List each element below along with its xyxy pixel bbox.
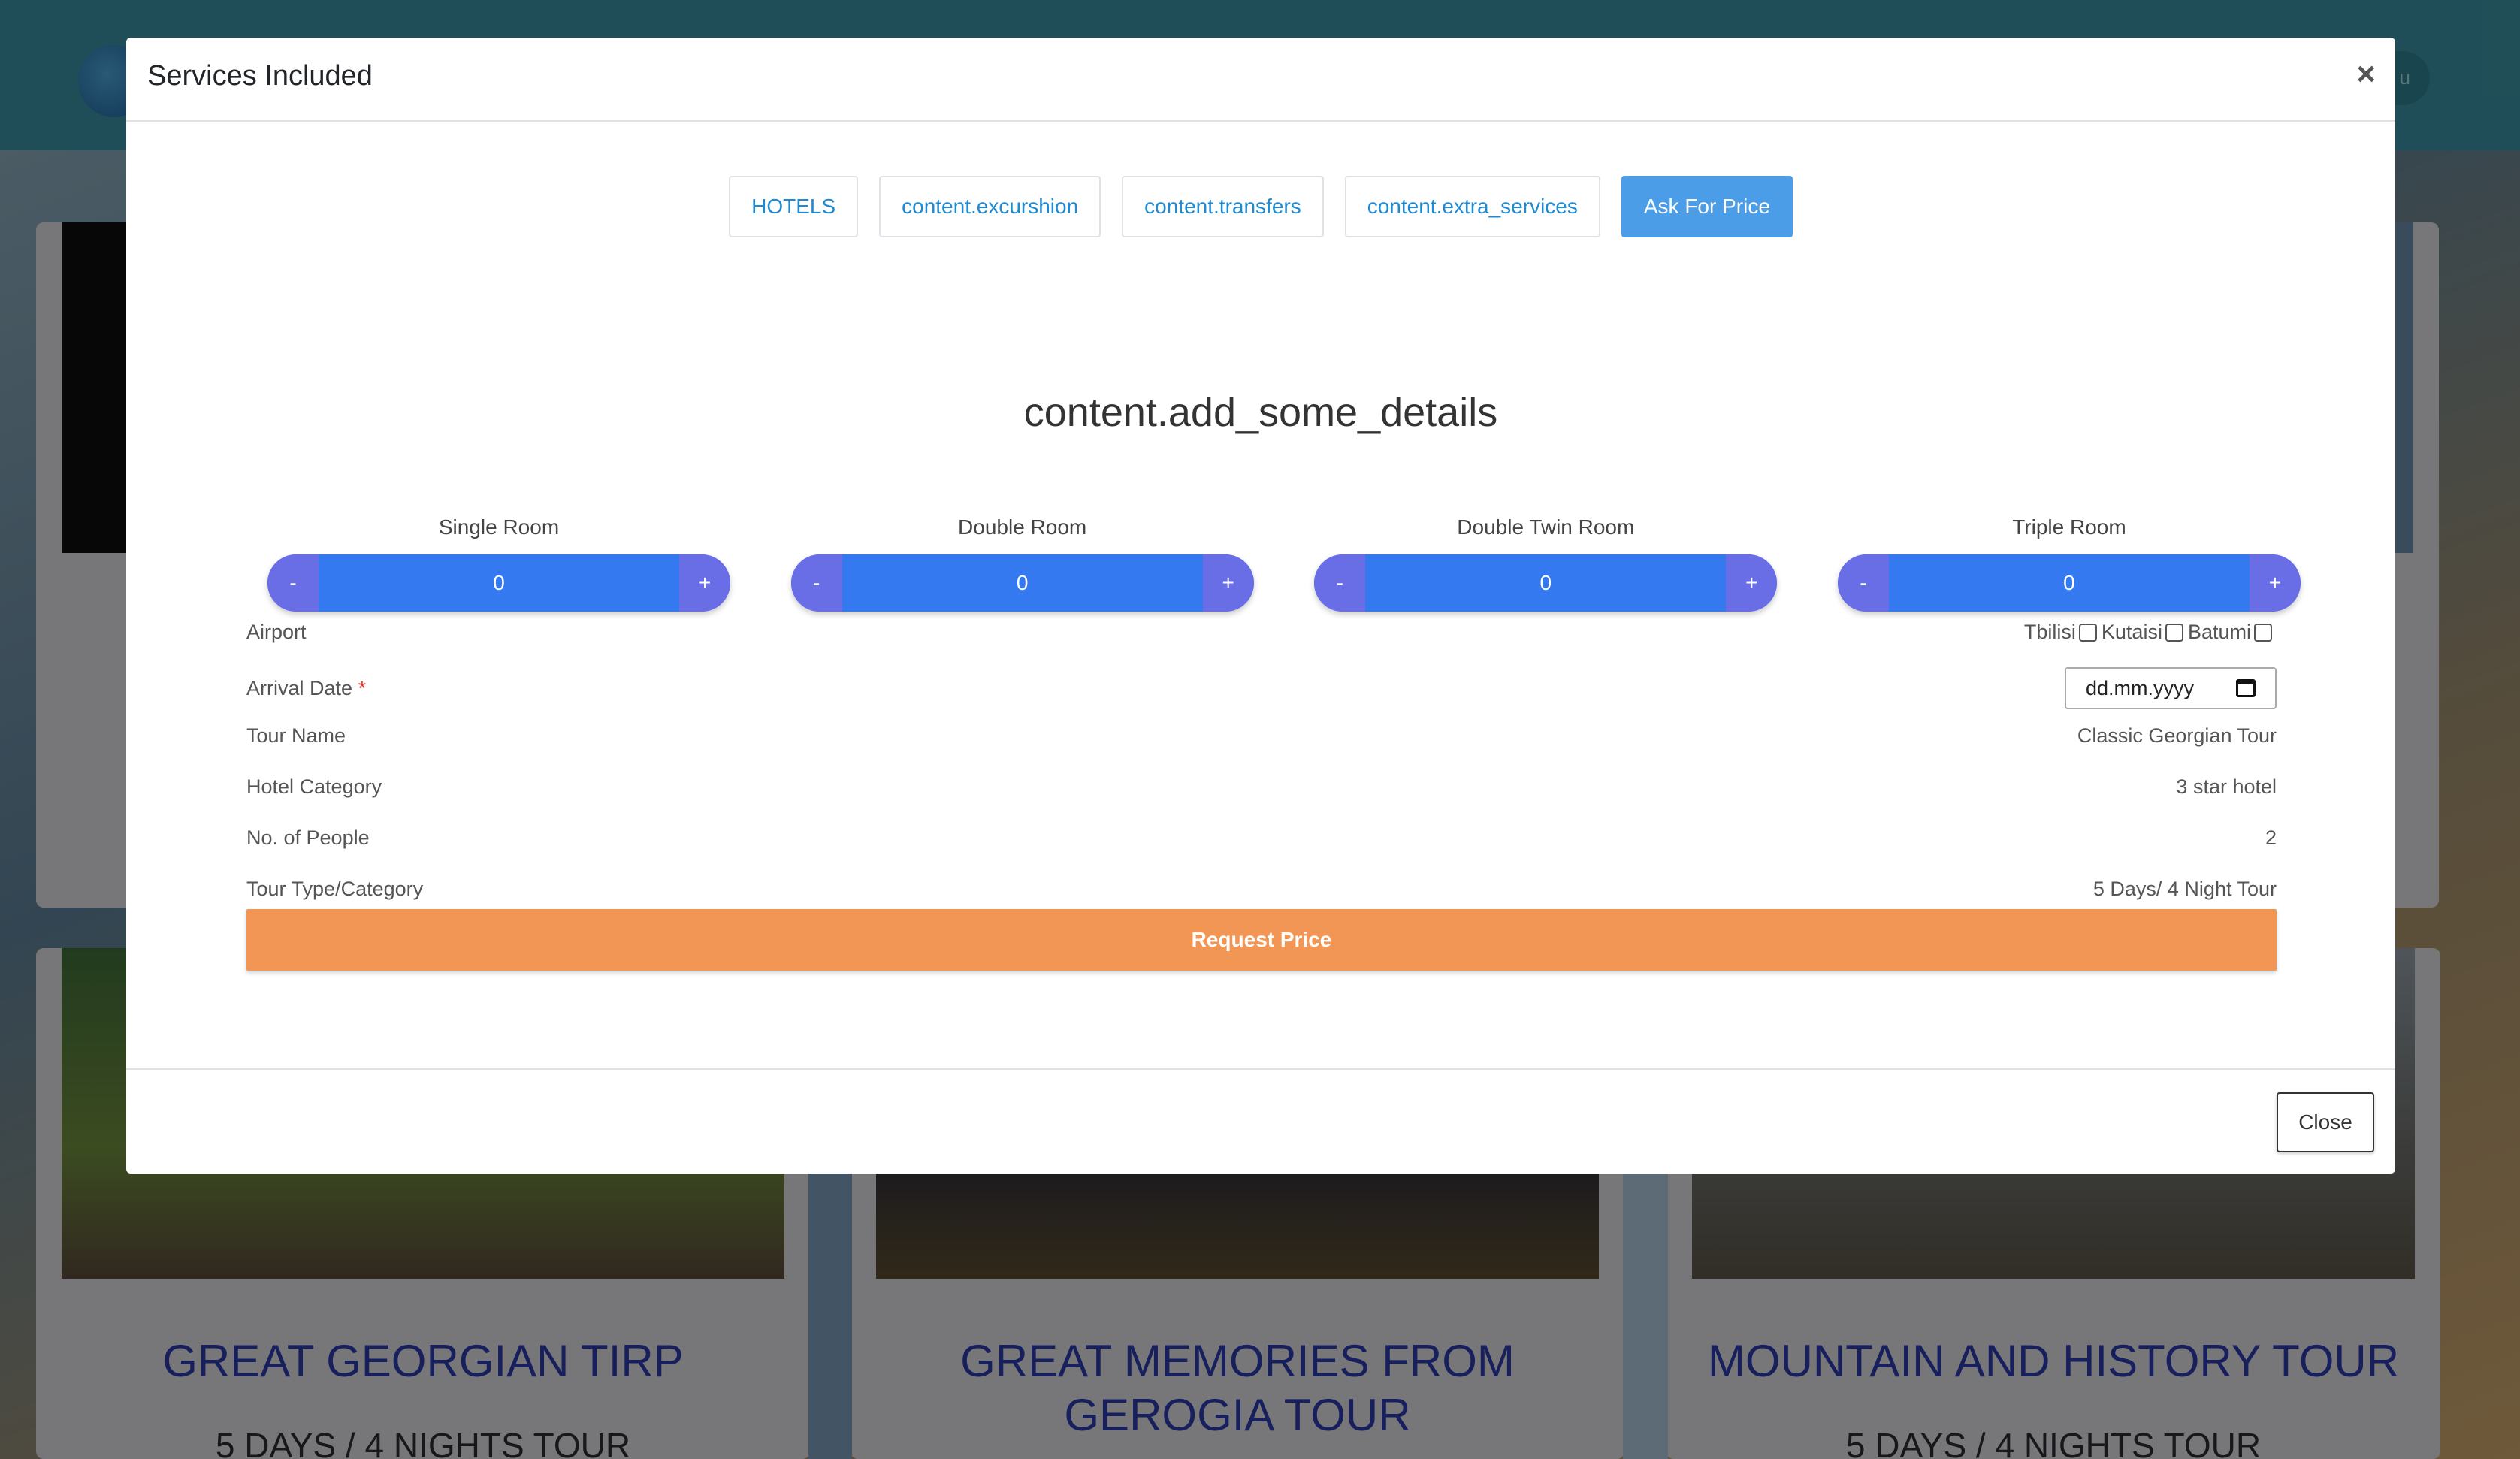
airport-option-label: Tbilisi [2023, 620, 2076, 643]
airport-option-label: Kutaisi [2101, 620, 2162, 643]
modal-header: Services Included × [126, 38, 2395, 122]
modal-title: Services Included [147, 60, 373, 92]
field-value: 5 Days/ 4 Night Tour [2092, 877, 2277, 900]
modal-footer: Close [126, 1068, 2395, 1174]
arrival-date-label: Arrival Date * [246, 677, 366, 700]
quantity-stepper: - 0 + [1837, 554, 2301, 612]
increment-button[interactable]: + [1202, 554, 1254, 612]
quantity-input[interactable]: 0 [1365, 571, 1726, 595]
calendar-icon[interactable] [2236, 679, 2256, 697]
room-label: Single Room [438, 515, 560, 539]
required-mark: * [358, 676, 367, 699]
room-steppers: Single Room - 0 + Double Room - 0 + Doub… [267, 515, 2301, 612]
room-triple: Triple Room - 0 + [1837, 515, 2301, 612]
quantity-stepper: - 0 + [267, 554, 730, 612]
room-label: Triple Room [2012, 515, 2126, 539]
arrival-date-row: Arrival Date * dd.mm.yyyy [246, 666, 2277, 711]
field-value: 2 [2265, 826, 2277, 849]
airport-tbilisi-checkbox[interactable] [2078, 624, 2097, 642]
increment-button[interactable]: + [2249, 554, 2301, 612]
quantity-input[interactable]: 0 [842, 571, 1203, 595]
quantity-input[interactable]: 0 [1889, 571, 2250, 595]
airport-label: Airport [246, 620, 307, 643]
tour-name-row: Tour Name Classic Georgian Tour [246, 717, 2277, 754]
decrement-button[interactable]: - [1837, 554, 1889, 612]
increment-button[interactable]: + [1726, 554, 1778, 612]
field-value: Classic Georgian Tour [2077, 723, 2277, 747]
hotel-category-row: Hotel Category 3 star hotel [246, 768, 2277, 805]
room-single: Single Room - 0 + [267, 515, 730, 612]
tab-excursion[interactable]: content.excurshion [879, 176, 1101, 237]
services-modal: Services Included × HOTELS content.excur… [126, 38, 2395, 1174]
airport-row: Airport Tbilisi Kutaisi Batumi [246, 613, 2277, 651]
airport-options: Tbilisi Kutaisi Batumi [2024, 621, 2277, 644]
date-placeholder: dd.mm.yyyy [2086, 676, 2195, 699]
field-label: Tour Name [246, 723, 346, 747]
field-label: Tour Type/Category [246, 877, 424, 900]
request-price-button[interactable]: Request Price [246, 909, 2277, 971]
tour-type-row: Tour Type/Category 5 Days/ 4 Night Tour [246, 870, 2277, 908]
quantity-stepper: - 0 + [1314, 554, 1778, 612]
airport-option-label: Batumi [2187, 620, 2251, 643]
service-tabs: HOTELS content.excurshion content.transf… [126, 176, 2395, 239]
tab-extra-services[interactable]: content.extra_services [1344, 176, 1600, 237]
room-double: Double Room - 0 + [790, 515, 1254, 612]
field-label: No. of People [246, 826, 370, 849]
tab-ask-for-price[interactable]: Ask For Price [1621, 176, 1793, 237]
arrival-date-input[interactable]: dd.mm.yyyy [2065, 667, 2277, 709]
people-row: No. of People 2 [246, 819, 2277, 856]
room-double-twin: Double Twin Room - 0 + [1314, 515, 1778, 612]
airport-kutaisi-checkbox[interactable] [2165, 624, 2183, 642]
details-heading: content.add_some_details [1023, 390, 1498, 435]
tab-transfers[interactable]: content.transfers [1122, 176, 1324, 237]
close-icon[interactable]: × [2356, 56, 2376, 93]
quantity-stepper: - 0 + [790, 554, 1254, 612]
decrement-button[interactable]: - [267, 554, 319, 612]
increment-button[interactable]: + [679, 554, 730, 612]
arrival-date-label-text: Arrival Date [246, 676, 353, 699]
room-label: Double Room [958, 515, 1087, 539]
decrement-button[interactable]: - [1314, 554, 1366, 612]
decrement-button[interactable]: - [790, 554, 842, 612]
field-label: Hotel Category [246, 775, 382, 798]
field-value: 3 star hotel [2176, 775, 2277, 798]
close-button[interactable]: Close [2277, 1092, 2374, 1152]
tab-hotels[interactable]: HOTELS [729, 176, 859, 237]
quantity-input[interactable]: 0 [319, 571, 679, 595]
airport-batumi-checkbox[interactable] [2254, 624, 2272, 642]
room-label: Double Twin Room [1457, 515, 1635, 539]
